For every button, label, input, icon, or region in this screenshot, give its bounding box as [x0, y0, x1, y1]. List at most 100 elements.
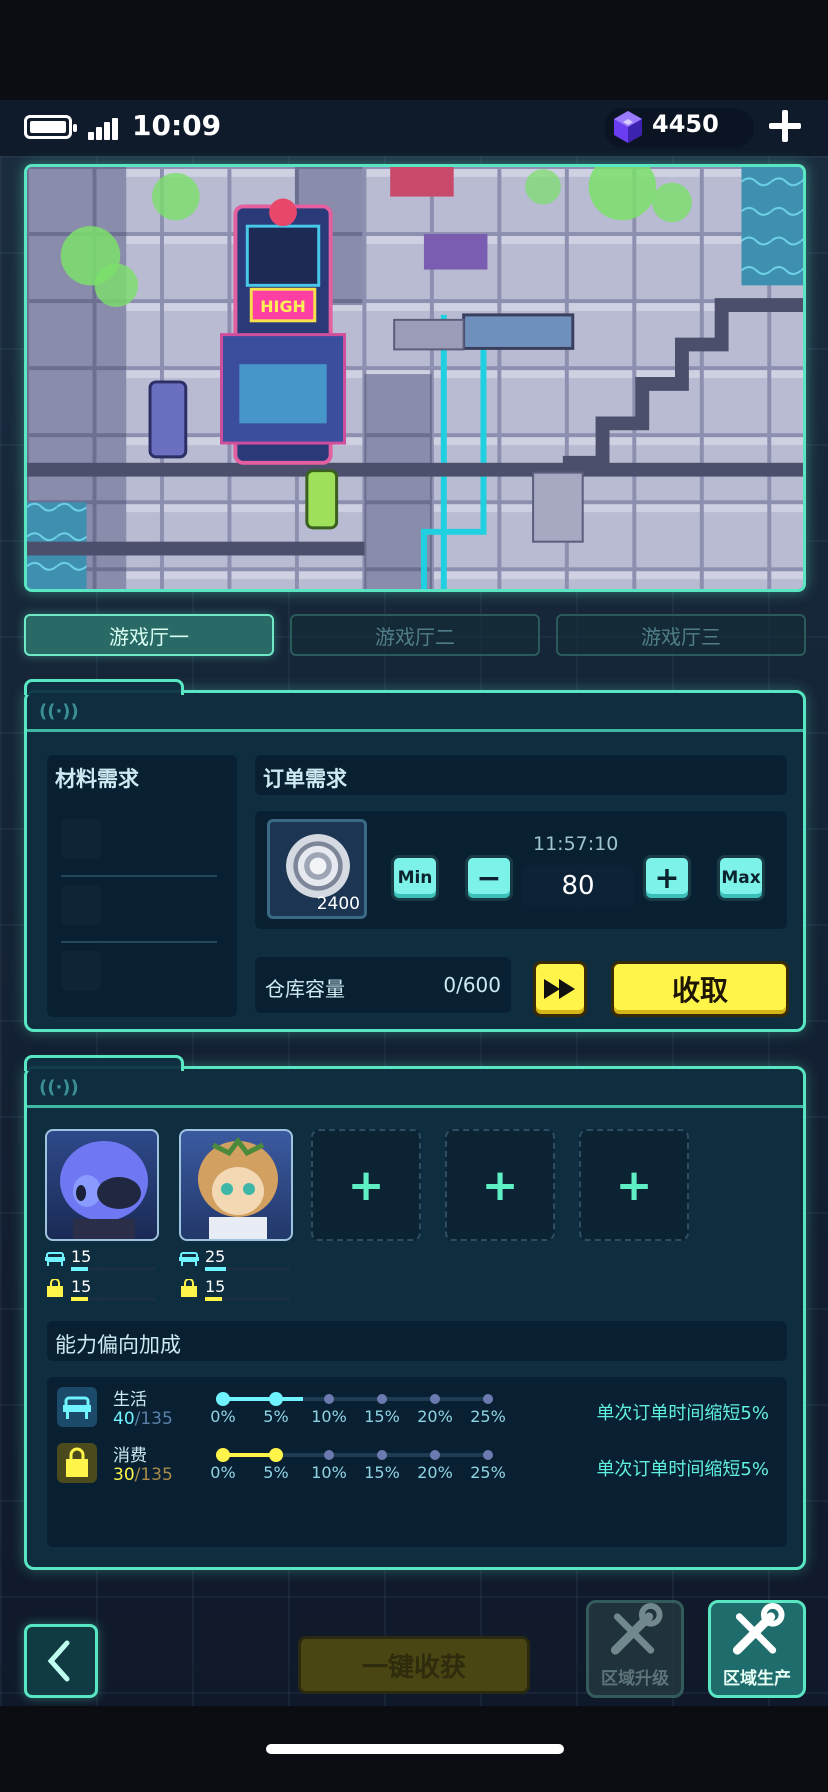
- bonus-percent-label: 15%: [364, 1407, 400, 1426]
- spend-bonus-icon-box: [57, 1443, 97, 1483]
- wrench-screwdriver-icon: [610, 1603, 663, 1655]
- bonus-title-bar: 能力偏向加成: [47, 1321, 787, 1361]
- bonus-level-dot: [430, 1394, 440, 1404]
- coin-icon: [286, 834, 350, 898]
- clock-time: 10:09: [132, 109, 222, 142]
- gem-count: 4450: [652, 110, 719, 138]
- life-bonus-effect: 单次订单时间缩短5%: [596, 1403, 769, 1424]
- add-currency-button[interactable]: [764, 106, 804, 146]
- bonus-percent-label: 10%: [311, 1407, 347, 1426]
- storage-label: 仓库容量: [265, 977, 345, 1001]
- worker-1-life-stat: 15: [45, 1247, 165, 1271]
- stat-value: 15: [71, 1277, 92, 1296]
- stat-bar: [205, 1297, 289, 1301]
- decrease-button[interactable]: −: [465, 855, 513, 901]
- spend-bonus-effect: 单次订单时间缩短5%: [596, 1459, 769, 1480]
- area-produce-button[interactable]: 区域生产: [708, 1600, 806, 1698]
- shopping-bag-icon: [181, 1279, 197, 1297]
- bonus-level-dot: [377, 1450, 387, 1460]
- fast-forward-button[interactable]: [533, 961, 587, 1017]
- bonus-level-dot: [216, 1448, 230, 1462]
- worker-avatar: [60, 1141, 148, 1239]
- max-button[interactable]: Max: [717, 855, 765, 901]
- back-button[interactable]: [24, 1624, 98, 1698]
- area-upgrade-label: 区域升级: [601, 1669, 669, 1689]
- min-button[interactable]: Min: [391, 855, 439, 901]
- worker-2-life-stat: 25: [179, 1247, 299, 1271]
- bonus-percent-label: 0%: [210, 1407, 236, 1426]
- storage-value: 0/600: [443, 973, 501, 997]
- tab-hall-1[interactable]: 游戏厅一: [24, 614, 274, 656]
- materials-section: 材料需求: [47, 755, 237, 1017]
- storage-bar: 仓库容量 0/600: [255, 957, 511, 1013]
- bonus-level-dot: [324, 1394, 334, 1404]
- life-bonus-name: 生活: [113, 1390, 147, 1410]
- staff-panel: ((·)) + + + 15 15 25 15 能力偏向加成 生活 40/135…: [24, 1055, 806, 1570]
- empty-worker-slot[interactable]: +: [311, 1129, 421, 1241]
- worker-2-spend-stat: 15: [179, 1277, 299, 1301]
- battery-icon: [24, 115, 77, 139]
- material-slot[interactable]: [61, 951, 101, 991]
- materials-title: 材料需求: [55, 767, 139, 791]
- shopping-bag-icon: [47, 1279, 63, 1297]
- empty-worker-slot[interactable]: +: [445, 1129, 555, 1241]
- bonus-level-dot: [324, 1450, 334, 1460]
- stat-bar: [71, 1297, 155, 1301]
- panel-tab-header: [24, 679, 184, 695]
- material-slot[interactable]: [61, 819, 101, 859]
- spend-bonus-value: 30/135: [113, 1465, 173, 1485]
- bonus-title: 能力偏向加成: [55, 1333, 181, 1357]
- bonus-percent-label: 15%: [364, 1463, 400, 1482]
- status-bar: 10:09 4450: [0, 100, 828, 156]
- stat-bar: [205, 1267, 289, 1271]
- bonus-percent-label: 20%: [417, 1463, 453, 1482]
- chevron-left-icon: [47, 1640, 70, 1682]
- gem-icon: [612, 110, 644, 144]
- area-map[interactable]: HIGH: [24, 164, 806, 592]
- item-count: 2400: [316, 894, 360, 914]
- bonus-percent-label: 5%: [263, 1463, 289, 1482]
- quantity-field[interactable]: 80: [523, 865, 633, 907]
- spend-current: 30: [113, 1465, 135, 1485]
- life-current: 40: [113, 1409, 135, 1429]
- bonus-percent-label: 25%: [470, 1407, 506, 1426]
- tab-hall-2[interactable]: 游戏厅二: [290, 614, 540, 656]
- home-indicator: [266, 1744, 564, 1754]
- stat-bar: [71, 1267, 155, 1271]
- empty-worker-slot[interactable]: +: [579, 1129, 689, 1241]
- material-slot[interactable]: [61, 885, 101, 925]
- slot-divider: [61, 875, 217, 877]
- area-upgrade-button[interactable]: 区域升级: [586, 1600, 684, 1698]
- life-bonus-icon-box: [57, 1387, 97, 1427]
- bonus-level-dot: [216, 1392, 230, 1406]
- production-panel: ((·)) 材料需求 订单需求 2400 11:57:10 Min − 80 +…: [24, 679, 806, 1032]
- harvest-all-button[interactable]: 一键收获: [298, 1636, 530, 1694]
- shopping-bag-icon: [66, 1447, 88, 1477]
- stat-value: 25: [205, 1247, 226, 1266]
- worker-portrait-1[interactable]: [45, 1129, 159, 1241]
- order-timer: 11:57:10: [533, 833, 619, 855]
- top-black-bar: [0, 0, 828, 100]
- life-bonus-track: [223, 1397, 488, 1401]
- panel-logo-icon: ((·)): [39, 1077, 79, 1098]
- bonus-percent-label: 5%: [263, 1407, 289, 1426]
- bonus-percent-label: 20%: [417, 1407, 453, 1426]
- increase-button[interactable]: +: [643, 855, 691, 901]
- map-scene: HIGH: [27, 167, 803, 589]
- home-indicator-bar: [0, 1706, 828, 1792]
- order-item[interactable]: 2400: [267, 819, 367, 919]
- worker-avatar: [198, 1136, 278, 1239]
- signal-icon: [88, 118, 118, 140]
- tab-hall-3[interactable]: 游戏厅三: [556, 614, 806, 656]
- fast-forward-icon: [544, 979, 575, 999]
- worker-portrait-2[interactable]: [179, 1129, 293, 1241]
- spend-max: /135: [134, 1465, 173, 1485]
- wrench-screwdriver-icon: [732, 1603, 785, 1655]
- bonus-level-dot: [269, 1392, 283, 1406]
- bonus-level-dot: [269, 1448, 283, 1462]
- panel-logo-icon: ((·)): [39, 701, 79, 722]
- sofa-icon: [63, 1396, 91, 1419]
- collect-button[interactable]: 收取: [611, 961, 789, 1017]
- bonus-level-dot: [483, 1394, 493, 1404]
- life-bonus-value: 40/135: [113, 1409, 173, 1429]
